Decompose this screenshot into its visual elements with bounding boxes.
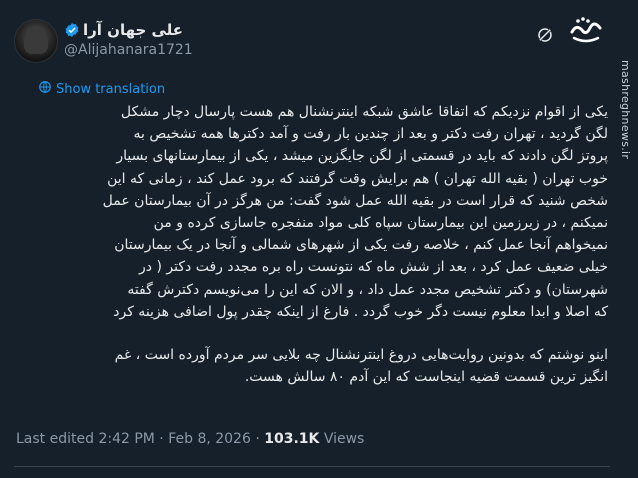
- tweet-meta: Last edited 2:42 PM · Feb 8, 2026 · 103.…: [16, 431, 364, 447]
- tweet-line: نمیکنم ، در زیرزمین این بیمارستان سپاه ک…: [153, 215, 608, 232]
- tweet-paragraph-1: یکی از اقوام نزدیکم که اتفاقا عاشق شبکه …: [28, 101, 608, 323]
- author-handle[interactable]: @Alijahanara1721: [64, 42, 193, 58]
- watermark-url: mashreghnews.ir: [619, 60, 632, 160]
- tweet-line: یکی از اقوام نزدیکم که اتفاقا عاشق شبکه …: [120, 104, 608, 120]
- tweet-line: خوب تهران ( بقیه الله تهران ) هم برایش و…: [107, 170, 608, 187]
- tweet-line: اینو نوشتم که بدونین روایت‌هایی دروغ این…: [114, 347, 608, 364]
- globe-icon: [38, 80, 52, 98]
- avatar[interactable]: [14, 19, 58, 63]
- verified-badge-icon: [64, 22, 80, 38]
- views-label: Views: [319, 431, 365, 447]
- edited-timestamp[interactable]: Last edited 2:42 PM · Feb 8, 2026 ·: [16, 431, 264, 447]
- brand-logo: [566, 10, 606, 50]
- tweet-line: لگن گردید ، تهران رفت دکتر و بعد از چندی…: [133, 126, 608, 143]
- divider: [14, 466, 610, 467]
- views-count: 103.1K: [264, 431, 320, 447]
- author-display-name[interactable]: علی جهان آرا: [83, 21, 183, 39]
- tweet-paragraph-2: اینو نوشتم که بدونین روایت‌هایی دروغ این…: [28, 344, 608, 388]
- tweet-line: پروتز لگن دادند که باید در قسمتی از لگن …: [116, 148, 608, 165]
- tweet-line: انگیز ترین قسمت قضیه اینجاست که این آدم …: [244, 369, 608, 386]
- tweet-line: شهرستان) و دکتر تشخیص مجدد عمل داد ، و ا…: [127, 281, 608, 298]
- tweet-text: یکی از اقوام نزدیکم که اتفاقا عاشق شبکه …: [28, 101, 608, 388]
- tweet-line: که اصلا و ابدا معلوم نیست دگر خوب گردد .…: [113, 303, 608, 320]
- tweet-line: خیلی ضعیف عمل کرد ، بعد از شش ماه که نتو…: [139, 259, 608, 276]
- show-translation-label: Show translation: [56, 81, 166, 97]
- avatar-figure: [24, 28, 48, 54]
- show-translation-link[interactable]: Show translation: [38, 80, 165, 98]
- tweet-line: شخص شنید که قرار است در بقیه الله عمل شو…: [102, 192, 608, 209]
- grok-icon[interactable]: [536, 26, 554, 44]
- tweet-line: نمیخواهم آنجا عمل کنم ، خلاصه رفت یکی از…: [114, 237, 608, 254]
